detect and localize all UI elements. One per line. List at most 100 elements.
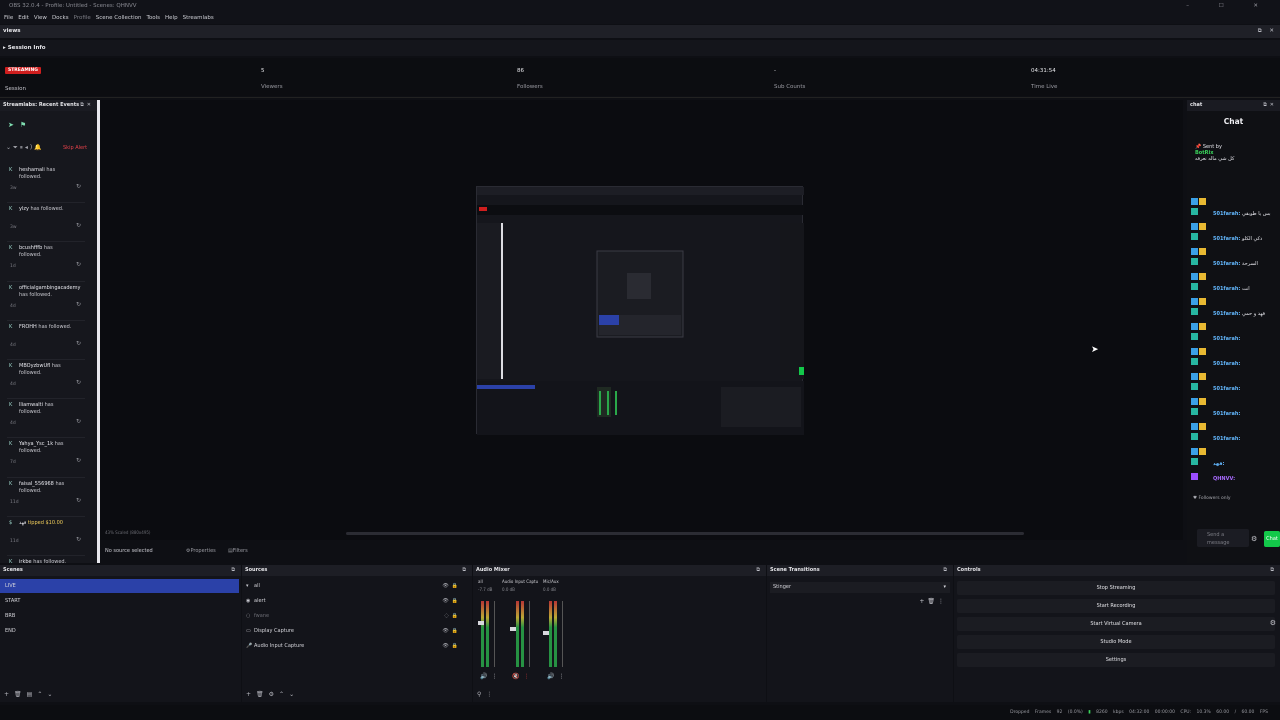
- dock-controls[interactable]: ⧉✕: [1263, 100, 1277, 111]
- gear-icon[interactable]: ⚙: [269, 691, 279, 698]
- transition-toolbar[interactable]: +🗑⋮: [919, 598, 947, 605]
- settings-button[interactable]: Settings: [957, 653, 1275, 667]
- replay-icon[interactable]: ↻: [76, 222, 81, 229]
- menu-help[interactable]: Help: [165, 12, 178, 24]
- replay-icon[interactable]: ↻: [76, 340, 81, 347]
- mixer-toolbar[interactable]: ⚲⋮: [477, 691, 497, 698]
- delete-icon[interactable]: 🗑: [256, 691, 269, 698]
- chat-input[interactable]: Send a message: [1197, 529, 1249, 547]
- menu-docks[interactable]: Docks: [52, 12, 69, 24]
- replay-icon[interactable]: ↻: [76, 497, 81, 504]
- sources-toolbar[interactable]: +🗑⚙⌃⌄: [246, 691, 299, 698]
- window-controls[interactable]: – ☐ ✕: [1186, 0, 1272, 12]
- replay-icon[interactable]: ↻: [76, 457, 81, 464]
- menu-streamlabs[interactable]: Streamlabs: [183, 12, 214, 24]
- studio-mode-button[interactable]: Studio Mode: [957, 635, 1275, 649]
- scene-item-brb[interactable]: BRB: [0, 609, 239, 623]
- chat-username[interactable]: فهد:: [1213, 461, 1224, 467]
- move-up-icon[interactable]: ⌃: [37, 691, 47, 698]
- replay-icon[interactable]: ↻: [76, 261, 81, 268]
- volume-fader[interactable]: [529, 601, 530, 667]
- chat-username[interactable]: 501farah:: [1213, 261, 1240, 267]
- dock-controls[interactable]: ⧉: [756, 565, 763, 576]
- menu-view[interactable]: View: [34, 12, 47, 24]
- dock-controls[interactable]: ⧉: [231, 565, 238, 576]
- delete-icon[interactable]: 🗑: [14, 691, 27, 698]
- flag-icon[interactable]: ⚑: [20, 121, 32, 129]
- dock-controls[interactable]: ⧉: [462, 565, 469, 576]
- preview-scrollbar[interactable]: [346, 532, 1024, 535]
- filters-button[interactable]: ▤Filters: [228, 545, 248, 557]
- chat-username[interactable]: 501farah:: [1213, 311, 1240, 317]
- source-item-fwane[interactable]: ◌ fwane ◌🔒: [244, 609, 469, 623]
- move-down-icon[interactable]: ⌄: [47, 691, 57, 698]
- stop-streaming-button[interactable]: Stop Streaming: [957, 581, 1275, 595]
- channel-controls[interactable]: 🔊⋮: [547, 673, 568, 680]
- menu-file[interactable]: File: [4, 12, 13, 24]
- menu-scene-collection[interactable]: Scene Collection: [96, 12, 142, 24]
- dock-controls[interactable]: ⧉ ✕: [1258, 25, 1277, 38]
- dock-controls[interactable]: ⧉: [1270, 565, 1277, 576]
- source-item-audio-input[interactable]: 🎤 Audio Input Capture 👁🔒: [244, 639, 469, 653]
- scene-item-end[interactable]: END: [0, 624, 239, 638]
- chat-settings-icon[interactable]: ⚙: [1251, 535, 1257, 543]
- volume-fader[interactable]: [562, 601, 563, 667]
- visibility-lock-icons[interactable]: 👁🔒: [442, 579, 461, 593]
- virtual-camera-gear-icon[interactable]: ⚙: [1270, 619, 1276, 627]
- add-icon[interactable]: +: [246, 691, 256, 698]
- filter-icon[interactable]: ▤: [27, 691, 38, 698]
- menu-profile[interactable]: Profile: [74, 12, 91, 24]
- menu-icon[interactable]: ⋮: [486, 691, 497, 698]
- menu-icon[interactable]: ⋮: [938, 598, 947, 605]
- chat-username[interactable]: 501farah:: [1213, 236, 1240, 242]
- replay-icon[interactable]: ↻: [76, 379, 81, 386]
- menu-tools[interactable]: Tools: [146, 12, 160, 24]
- transition-select[interactable]: Stinger ▾: [770, 582, 950, 593]
- send-icon[interactable]: ➤: [8, 121, 20, 129]
- link-icon[interactable]: ⚲: [477, 691, 486, 698]
- visibility-lock-icons[interactable]: 👁🔒: [442, 639, 461, 653]
- move-up-icon[interactable]: ⌃: [279, 691, 289, 698]
- move-down-icon[interactable]: ⌄: [289, 691, 299, 698]
- replay-icon[interactable]: ↻: [76, 418, 81, 425]
- replay-icon[interactable]: ↻: [76, 183, 81, 190]
- chat-username[interactable]: 501farah:: [1213, 211, 1240, 217]
- event-controls[interactable]: ⌄⏷⏸◂)🔔: [6, 144, 44, 152]
- fader-knob[interactable]: [478, 620, 484, 625]
- skip-alert-button[interactable]: Skip Alert: [63, 145, 87, 151]
- delete-icon[interactable]: 🗑: [927, 598, 938, 605]
- chat-username[interactable]: QHNVV:: [1213, 476, 1235, 482]
- properties-button[interactable]: ⚙Properties: [186, 545, 216, 557]
- scene-item-start[interactable]: START: [0, 594, 239, 608]
- chat-send-button[interactable]: Chat: [1264, 531, 1280, 547]
- source-item-all[interactable]: ▾ all 👁🔒: [244, 579, 469, 593]
- visibility-lock-icons[interactable]: 👁🔒: [442, 624, 461, 638]
- channel-controls[interactable]: 🔊⋮: [480, 673, 501, 680]
- start-recording-button[interactable]: Start Recording: [957, 599, 1275, 613]
- fader-knob[interactable]: [510, 627, 516, 632]
- fader-knob[interactable]: [543, 630, 549, 635]
- scenes-toolbar[interactable]: +🗑▤⌃⌄: [4, 691, 57, 698]
- replay-icon[interactable]: ↻: [76, 536, 81, 543]
- volume-fader[interactable]: [494, 601, 495, 667]
- channel-controls[interactable]: 🔇⋮: [512, 673, 533, 680]
- chat-username[interactable]: 501farah:: [1213, 336, 1240, 342]
- scene-item-live[interactable]: LIVE: [0, 579, 239, 593]
- menu-edit[interactable]: Edit: [18, 12, 29, 24]
- zoom-text[interactable]: 43% Scaled (880x495): [105, 530, 151, 535]
- visibility-lock-icons[interactable]: ◌🔒: [444, 609, 461, 623]
- chat-username[interactable]: 501farah:: [1213, 286, 1240, 292]
- dock-controls[interactable]: ⧉: [943, 565, 950, 576]
- source-item-display-capture[interactable]: ▭ Display Capture 👁🔒: [244, 624, 469, 638]
- chat-username[interactable]: 501farah:: [1213, 436, 1240, 442]
- chat-username[interactable]: 501farah:: [1213, 411, 1240, 417]
- add-icon[interactable]: +: [4, 691, 14, 698]
- chat-username[interactable]: 501farah:: [1213, 386, 1240, 392]
- start-virtual-camera-button[interactable]: Start Virtual Camera: [957, 617, 1275, 631]
- chat-username[interactable]: 501farah:: [1213, 361, 1240, 367]
- replay-icon[interactable]: ↻: [76, 301, 81, 308]
- mute-icon[interactable]: 🔔: [34, 144, 43, 151]
- visibility-lock-icons[interactable]: 👁🔒: [442, 594, 461, 608]
- dock-controls[interactable]: ⧉✕: [80, 100, 94, 111]
- event-tabs[interactable]: ➤⚑: [8, 121, 32, 129]
